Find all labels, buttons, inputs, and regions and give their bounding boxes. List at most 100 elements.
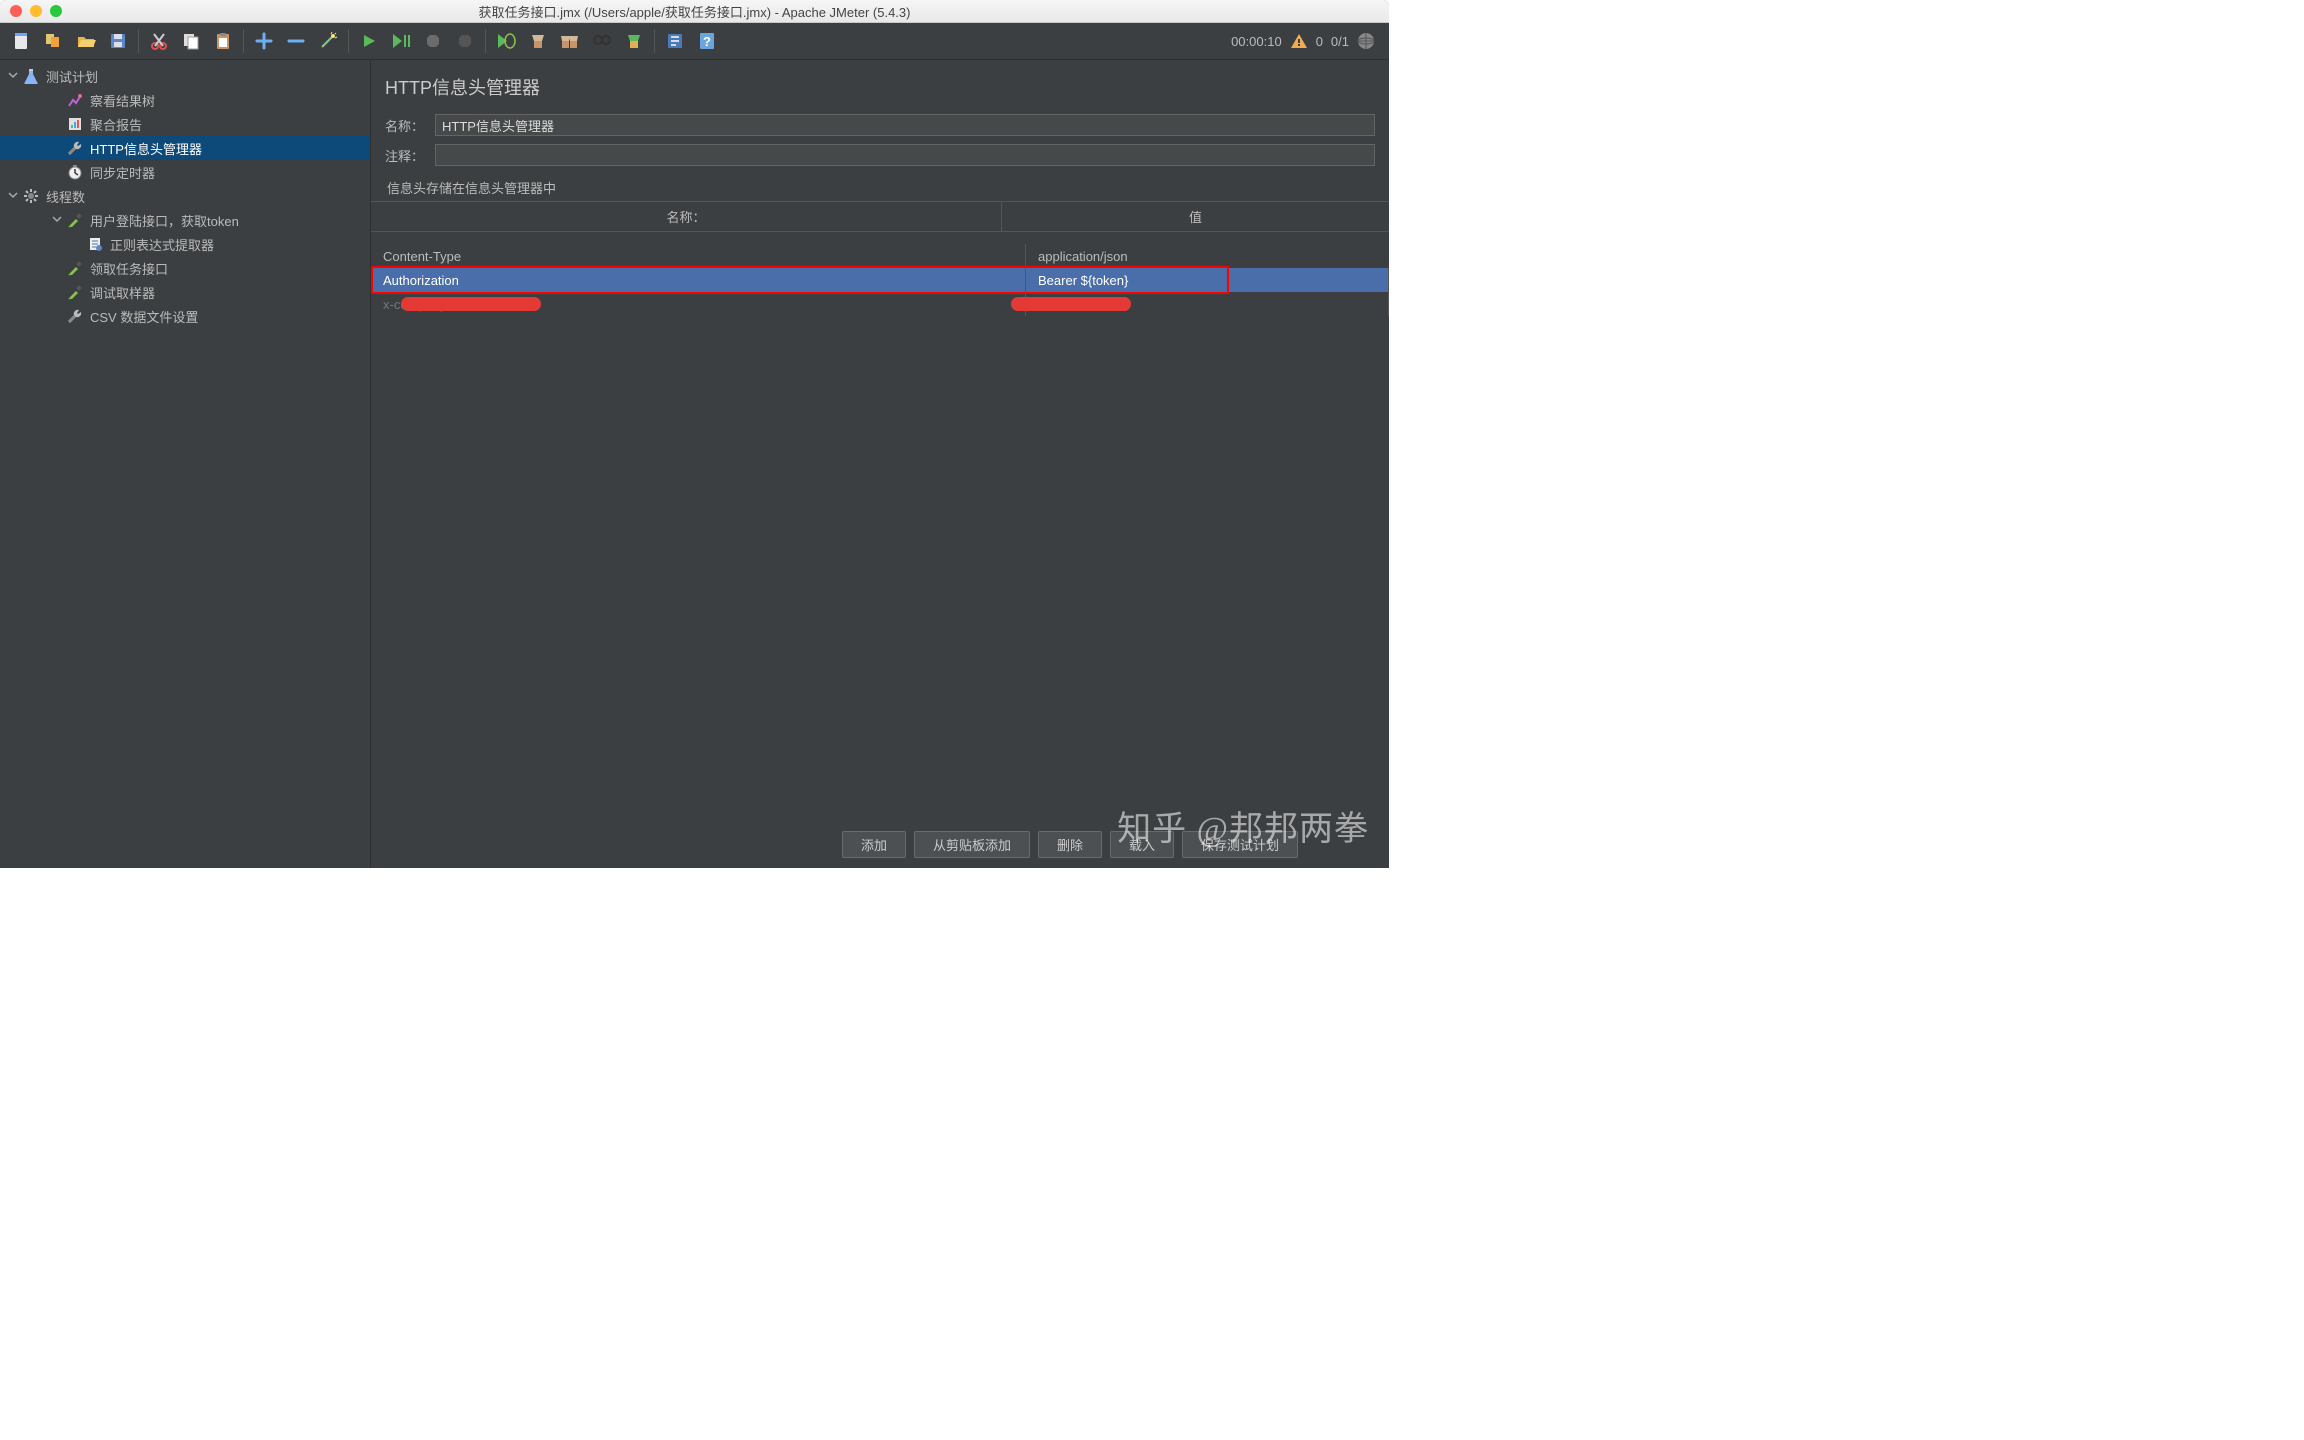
close-icon[interactable]: [10, 5, 22, 17]
panel-title: HTTP信息头管理器: [371, 60, 1389, 110]
action-button[interactable]: 保存测试计划: [1182, 831, 1298, 858]
window-title: 获取任务接口.jmx (/Users/apple/获取任务接口.jmx) - A…: [0, 2, 1389, 21]
tree-item-label: 聚合报告: [90, 115, 142, 134]
reset-search-icon[interactable]: [620, 27, 648, 55]
table-header: 名称： 值: [371, 201, 1389, 232]
tree-item[interactable]: 同步定时器: [0, 160, 370, 184]
toolbar: ? 00:00:10 0 0/1: [0, 23, 1389, 60]
tree-item[interactable]: 正则表达式提取器: [0, 232, 370, 256]
titlebar: 获取任务接口.jmx (/Users/apple/获取任务接口.jmx) - A…: [0, 0, 1389, 23]
tree-item[interactable]: 调试取样器: [0, 280, 370, 304]
table-row[interactable]: Content-Typeapplication/json: [371, 244, 1389, 268]
section-title: 信息头存储在信息头管理器中: [371, 170, 1389, 201]
wrench-icon: [66, 307, 84, 325]
shutdown-icon[interactable]: [451, 27, 479, 55]
save-icon[interactable]: [104, 27, 132, 55]
cell-value[interactable]: application/json: [1026, 244, 1389, 268]
tree-item[interactable]: 聚合报告: [0, 112, 370, 136]
wrench-icon: [66, 139, 84, 157]
name-input[interactable]: [435, 114, 1375, 136]
col-value[interactable]: 值: [1002, 202, 1389, 231]
tree-item[interactable]: 测试计划: [0, 64, 370, 88]
clear-all-icon[interactable]: [556, 27, 584, 55]
tree-item[interactable]: 领取任务接口: [0, 256, 370, 280]
clear-icon[interactable]: [524, 27, 552, 55]
search-icon[interactable]: [588, 27, 616, 55]
status-active: 0: [1316, 34, 1323, 49]
tree-item-label: 线程数: [46, 187, 85, 206]
expand-arrow-icon[interactable]: [52, 94, 64, 106]
status-time: 00:00:10: [1231, 34, 1282, 49]
col-name[interactable]: 名称：: [371, 202, 1002, 231]
tree[interactable]: 测试计划察看结果树聚合报告 HTTP信息头管理器同步定时器线程数用户登陆接口，获取…: [0, 60, 370, 328]
run-no-pause-icon[interactable]: [387, 27, 415, 55]
status-total: 0/1: [1331, 34, 1349, 49]
warning-icon[interactable]: [1290, 33, 1308, 49]
svg-text:?: ?: [703, 34, 711, 49]
table-body[interactable]: Content-Typeapplication/jsonAuthorizatio…: [371, 244, 1389, 316]
action-button[interactable]: 添加: [842, 831, 906, 858]
comment-input[interactable]: [435, 144, 1375, 166]
status-globe-icon[interactable]: [1357, 32, 1375, 50]
headers-table: 名称： 值 Content-Typeapplication/jsonAuthor…: [371, 201, 1389, 316]
expand-arrow-icon[interactable]: [52, 286, 64, 298]
dropper-icon: [66, 283, 84, 301]
tree-item[interactable]: CSV 数据文件设置: [0, 304, 370, 328]
report-icon: [66, 115, 84, 133]
tree-item-label: 正则表达式提取器: [110, 235, 214, 254]
table-row[interactable]: AuthorizationBearer ${token}: [371, 268, 1389, 292]
expand-arrow-icon[interactable]: [52, 310, 64, 322]
name-label: 名称：: [385, 116, 435, 135]
minimize-icon[interactable]: [30, 5, 42, 17]
expand-arrow-icon[interactable]: [8, 190, 20, 202]
run-icon[interactable]: [355, 27, 383, 55]
paste-icon[interactable]: [209, 27, 237, 55]
expand-arrow-icon[interactable]: [52, 142, 64, 154]
cut-icon[interactable]: [145, 27, 173, 55]
name-row: 名称：: [371, 110, 1389, 140]
cell-name[interactable]: Content-Type: [371, 244, 1026, 268]
expand-arrow-icon[interactable]: [72, 238, 84, 250]
redaction-mark: [1011, 297, 1131, 311]
copy-icon[interactable]: [177, 27, 205, 55]
action-button[interactable]: 载入: [1110, 831, 1174, 858]
tree-item-label: HTTP信息头管理器: [90, 139, 202, 158]
expand-arrow-icon[interactable]: [52, 214, 64, 226]
cell-value[interactable]: Bearer ${token}: [1026, 268, 1389, 292]
tree-item-label: 测试计划: [46, 67, 98, 86]
main-panel: HTTP信息头管理器 名称： 注释： 信息头存储在信息头管理器中 名称： 值 C…: [371, 60, 1389, 868]
remote-start-icon[interactable]: [492, 27, 520, 55]
cell-name[interactable]: Authorization: [371, 268, 1026, 292]
templates-icon[interactable]: [40, 27, 68, 55]
expand-arrow-icon[interactable]: [52, 262, 64, 274]
action-button[interactable]: 删除: [1038, 831, 1102, 858]
action-button[interactable]: 从剪贴板添加: [914, 831, 1030, 858]
dropper-icon: [66, 259, 84, 277]
traffic-lights: [0, 5, 62, 17]
dropper-icon: [66, 211, 84, 229]
stop-icon[interactable]: [419, 27, 447, 55]
remove-icon[interactable]: [282, 27, 310, 55]
expand-arrow-icon[interactable]: [8, 70, 20, 82]
sidebar: 测试计划察看结果树聚合报告 HTTP信息头管理器同步定时器线程数用户登陆接口，获取…: [0, 60, 371, 868]
expand-arrow-icon[interactable]: [52, 118, 64, 130]
gear-icon: [22, 187, 40, 205]
function-helper-icon[interactable]: [661, 27, 689, 55]
expand-arrow-icon[interactable]: [52, 166, 64, 178]
maximize-icon[interactable]: [50, 5, 62, 17]
new-icon[interactable]: [8, 27, 36, 55]
app-window: 获取任务接口.jmx (/Users/apple/获取任务接口.jmx) - A…: [0, 0, 1389, 868]
add-icon[interactable]: [250, 27, 278, 55]
timer-icon: [66, 163, 84, 181]
tree-item-label: 用户登陆接口，获取token: [90, 211, 239, 230]
table-row[interactable]: x-company-an...: [371, 292, 1389, 316]
help-icon[interactable]: ?: [693, 27, 721, 55]
tree-item-label: 同步定时器: [90, 163, 155, 182]
wand-icon[interactable]: [314, 27, 342, 55]
tree-item[interactable]: 察看结果树: [0, 88, 370, 112]
tree-item[interactable]: 用户登陆接口，获取token: [0, 208, 370, 232]
tree-item[interactable]: 线程数: [0, 184, 370, 208]
open-icon[interactable]: [72, 27, 100, 55]
tree-item-label: CSV 数据文件设置: [90, 307, 198, 326]
tree-item[interactable]: HTTP信息头管理器: [0, 136, 370, 160]
